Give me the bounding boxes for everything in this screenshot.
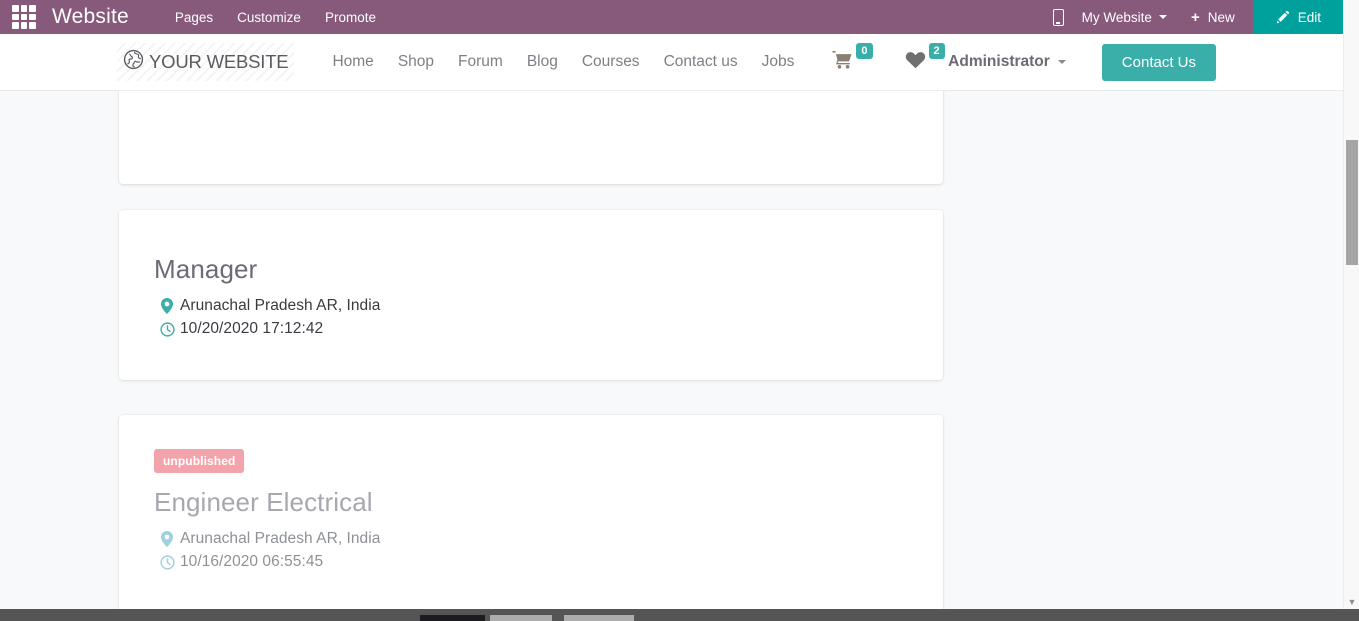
systray-right-group: My Website + New Edit (1039, 0, 1343, 34)
systray-menu-pages[interactable]: Pages (163, 10, 225, 25)
edit-button-label: Edit (1297, 9, 1321, 25)
cart-button[interactable]: 0 (832, 43, 873, 74)
contact-us-button[interactable]: Contact Us (1101, 43, 1216, 81)
shopping-cart-icon (832, 50, 853, 74)
cart-count-badge: 0 (856, 43, 873, 60)
plus-icon: + (1190, 8, 1200, 26)
website-nav-icons: 0 2 (832, 43, 945, 74)
job-title[interactable]: Engineer Electrical (154, 487, 908, 518)
job-location-text: Arunachal Pradesh AR, India (180, 530, 381, 547)
site-logo[interactable]: YOUR WEBSITE (116, 43, 295, 81)
globe-icon (123, 49, 144, 75)
job-title[interactable]: Manager (154, 254, 908, 285)
nav-link-forum[interactable]: Forum (446, 53, 515, 71)
clock-icon (154, 321, 180, 337)
job-location-row: Arunachal Pradesh AR, India (154, 530, 908, 548)
os-taskbar (0, 609, 1359, 621)
website-nav-right: Administrator Contact Us (948, 43, 1216, 81)
status-badge: unpublished (154, 449, 245, 473)
phone-shape (1052, 8, 1064, 26)
nav-link-blog[interactable]: Blog (515, 53, 570, 71)
job-card[interactable]: Manager Arunachal Pradesh AR, India 10/2… (119, 210, 943, 380)
nav-link-jobs[interactable]: Jobs (750, 53, 807, 71)
job-card[interactable]: Arunachal Pradesh AR, India 10/20/2020 1… (119, 91, 943, 184)
edit-button[interactable]: Edit (1252, 0, 1343, 34)
site-logo-text: YOUR WEBSITE (149, 51, 289, 72)
taskbar-item-active[interactable] (420, 615, 485, 621)
website-selector-label: My Website (1081, 9, 1152, 25)
taskbar-item[interactable] (634, 615, 1359, 621)
nav-link-home[interactable]: Home (320, 53, 385, 71)
systray-menu-customize[interactable]: Customize (225, 10, 313, 25)
job-date-text: 10/20/2020 17:12:42 (180, 320, 324, 337)
job-card[interactable]: unpublished Engineer Electrical Arunacha… (119, 415, 943, 617)
nav-link-shop[interactable]: Shop (386, 53, 446, 71)
job-date-row: 10/20/2020 17:12:42 (154, 320, 908, 338)
nav-link-courses[interactable]: Courses (570, 53, 652, 71)
taskbar-item[interactable] (564, 615, 634, 621)
taskbar-item[interactable] (552, 615, 564, 621)
nav-link-contact-us[interactable]: Contact us (652, 53, 750, 71)
website-selector[interactable]: My Website (1078, 10, 1177, 25)
wishlist-count-badge: 2 (928, 43, 945, 60)
app-title[interactable]: Website (52, 5, 129, 29)
user-menu[interactable]: Administrator (948, 53, 1066, 71)
vertical-scrollbar[interactable]: ▼ (1343, 0, 1359, 609)
job-location-row: Arunachal Pradesh AR, India (154, 297, 908, 315)
heart-icon (905, 50, 926, 74)
wishlist-button[interactable]: 2 (905, 43, 945, 74)
website-nav-links: Home Shop Forum Blog Courses Contact us … (320, 53, 806, 71)
job-card-inner: Manager Arunachal Pradesh AR, India 10/2… (119, 210, 943, 338)
job-date-text: 10/16/2020 06:55:45 (180, 553, 324, 570)
new-button[interactable]: + New (1177, 0, 1253, 34)
systray-menu: Pages Customize Promote (163, 10, 388, 25)
scroll-down-arrow-icon[interactable]: ▼ (1344, 595, 1359, 609)
vertical-scrollbar-thumb[interactable] (1346, 140, 1358, 265)
website-navbar: YOUR WEBSITE Home Shop Forum Blog Course… (0, 34, 1343, 91)
jobs-list-page: Arunachal Pradesh AR, India 10/20/2020 1… (0, 91, 1343, 617)
map-pin-icon (154, 531, 180, 547)
mobile-phone-icon[interactable] (1039, 8, 1078, 26)
chevron-down-icon (1158, 15, 1167, 19)
pencil-icon (1275, 10, 1290, 25)
systray-menu-promote[interactable]: Promote (313, 10, 388, 25)
odoo-systray-bar: Website Pages Customize Promote My Websi… (0, 0, 1343, 34)
clock-icon (154, 554, 180, 570)
job-card-inner: unpublished Engineer Electrical Arunacha… (119, 415, 943, 571)
job-date-row: 10/16/2020 06:55:45 (154, 553, 908, 571)
taskbar-item[interactable] (0, 615, 420, 621)
chevron-down-icon (1057, 60, 1066, 64)
job-location-text: Arunachal Pradesh AR, India (180, 297, 381, 314)
new-button-label: New (1207, 9, 1235, 25)
map-pin-icon (154, 298, 180, 314)
user-menu-label: Administrator (948, 53, 1050, 70)
apps-grid-icon[interactable] (12, 5, 36, 29)
taskbar-item[interactable] (490, 615, 552, 621)
